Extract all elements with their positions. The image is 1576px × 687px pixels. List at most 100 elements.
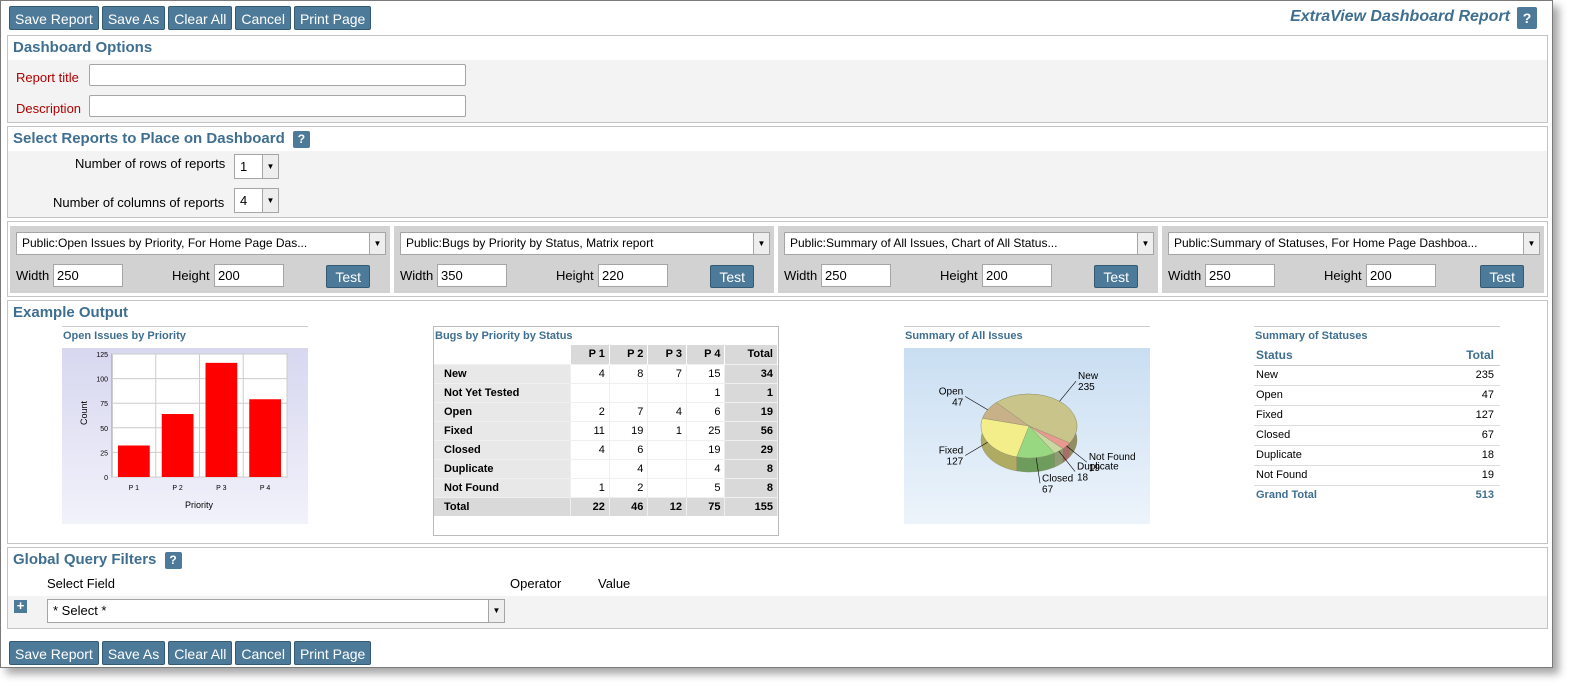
pie-label: Duplicate bbox=[1077, 461, 1119, 472]
table-cell: 8 bbox=[724, 477, 778, 497]
chart-title: Open Issues by Priority bbox=[63, 330, 186, 342]
status-name: Fixed bbox=[1254, 405, 1413, 426]
pie-label: Closed bbox=[1042, 473, 1073, 484]
grand-total-label: Grand Total bbox=[1256, 489, 1317, 502]
table-cell bbox=[647, 382, 687, 402]
row-label: Not Yet Tested bbox=[434, 382, 572, 402]
bar bbox=[118, 445, 150, 477]
bar bbox=[205, 362, 238, 477]
row-label: Not Found bbox=[434, 477, 572, 497]
help-button[interactable]: ? bbox=[1517, 7, 1537, 29]
bar-chart-svg: 0 25 50 75 100 125 P 1 P 2 P 3 P 4 Count Priority bbox=[62, 348, 308, 524]
height-label: Height bbox=[556, 268, 594, 283]
table-cell: 1 bbox=[570, 477, 610, 497]
dashboard-options-band: Report title Description bbox=[8, 60, 1547, 122]
select-reports-help-icon[interactable]: ? bbox=[292, 131, 310, 148]
table-cell bbox=[647, 477, 687, 497]
report-select-3[interactable]: Public:Summary of All Issues, Chart of A… bbox=[784, 232, 1154, 255]
table-cell: 19 bbox=[686, 439, 726, 459]
description-input[interactable] bbox=[89, 95, 466, 117]
height-input-3[interactable]: 200 bbox=[982, 264, 1052, 287]
test-button-1[interactable]: Test bbox=[326, 265, 370, 288]
report-title-input[interactable] bbox=[89, 64, 466, 86]
table-cell: 8 bbox=[724, 458, 778, 478]
chevron-down-icon: ▼ bbox=[262, 189, 278, 212]
test-button-4[interactable]: Test bbox=[1480, 265, 1524, 288]
matrix-title: Bugs by Priority by Status bbox=[435, 330, 573, 342]
height-input-1[interactable]: 200 bbox=[214, 264, 284, 287]
test-button-2[interactable]: Test bbox=[710, 265, 754, 288]
cancel-button[interactable]: Cancel bbox=[235, 6, 291, 30]
y-axis-label: Count bbox=[79, 401, 89, 426]
report-select-1[interactable]: Public:Open Issues by Priority, For Home… bbox=[16, 232, 386, 255]
cancel-button[interactable]: Cancel bbox=[235, 641, 291, 665]
table-cell: 2 bbox=[609, 477, 649, 497]
x-axis-label: Priority bbox=[185, 500, 214, 510]
filter-field-select[interactable]: * Select * ▼ bbox=[47, 599, 505, 623]
report-select-2[interactable]: Public:Bugs by Priority by Status, Matri… bbox=[400, 232, 770, 255]
chevron-down-icon: ▼ bbox=[262, 155, 278, 178]
table-cell: 22 bbox=[570, 496, 610, 516]
global-filters-section: Global Query Filters ? Select Field Oper… bbox=[7, 547, 1548, 629]
global-filters-title: Global Query Filters ? bbox=[8, 548, 1547, 572]
row-label: Duplicate bbox=[434, 458, 572, 478]
chevron-down-icon: ▼ bbox=[1137, 233, 1153, 254]
save-as-button[interactable]: Save As bbox=[101, 6, 166, 30]
report-panel-4: Public:Summary of Statuses, For Home Pag… bbox=[1162, 226, 1544, 293]
table-cell: 29 bbox=[724, 439, 778, 459]
matrix-col-header: P 1 bbox=[570, 345, 610, 364]
width-input-2[interactable]: 350 bbox=[437, 264, 507, 287]
report-select-4[interactable]: Public:Summary of Statuses, For Home Pag… bbox=[1168, 232, 1540, 255]
status-total: 47 bbox=[1412, 385, 1500, 406]
grand-total-value: 513 bbox=[1475, 489, 1494, 502]
width-input-4[interactable]: 250 bbox=[1205, 264, 1275, 287]
save-report-button[interactable]: Save Report bbox=[9, 641, 99, 665]
test-button-3[interactable]: Test bbox=[1094, 265, 1138, 288]
matrix-col-header: P 2 bbox=[609, 345, 649, 364]
table-row: Duplicate 4 4 8 bbox=[434, 458, 778, 478]
print-page-button[interactable]: Print Page bbox=[293, 641, 372, 665]
pie-value: 127 bbox=[947, 456, 964, 467]
print-page-button[interactable]: Print Page bbox=[293, 6, 372, 30]
x-tick-label: P 4 bbox=[260, 485, 270, 492]
table-cell: 6 bbox=[686, 401, 726, 421]
chevron-down-icon: ▼ bbox=[369, 233, 385, 254]
height-label: Height bbox=[940, 268, 978, 283]
table-cell bbox=[609, 382, 649, 402]
operator-label: Operator bbox=[510, 576, 562, 591]
rows-select[interactable]: 1 ▼ bbox=[234, 154, 279, 179]
matrix-table: P 1 P 2 P 3 P 4 Total New 4 8 7 15 34 Not Yet … bbox=[434, 345, 778, 516]
matrix-col-blank bbox=[434, 345, 572, 364]
select-reports-title: Select Reports to Place on Dashboard ? bbox=[8, 127, 1547, 151]
global-filters-help-icon[interactable]: ? bbox=[164, 552, 182, 569]
plus-icon[interactable]: + bbox=[14, 599, 27, 613]
width-input-3[interactable]: 250 bbox=[821, 264, 891, 287]
summary-table: Status Total New 235 Open 47 Fixed 127 Closed 6… bbox=[1254, 345, 1500, 505]
cols-select[interactable]: 4 ▼ bbox=[234, 188, 279, 213]
width-label: Width bbox=[1168, 268, 1202, 283]
table-cell: 1 bbox=[724, 382, 778, 402]
table-cell bbox=[647, 458, 687, 478]
report-select-2-value: Public:Bugs by Priority by Status, Matri… bbox=[406, 236, 654, 250]
save-report-button[interactable]: Save Report bbox=[9, 6, 99, 30]
status-name: Not Found bbox=[1254, 465, 1413, 486]
height-input-4[interactable]: 200 bbox=[1366, 264, 1436, 287]
clear-all-button[interactable]: Clear All bbox=[168, 6, 233, 30]
width-label: Width bbox=[400, 268, 434, 283]
clear-all-button[interactable]: Clear All bbox=[168, 641, 233, 665]
report-panel-3: Public:Summary of All Issues, Chart of A… bbox=[778, 226, 1158, 293]
table-cell: 7 bbox=[647, 363, 687, 383]
y-tick-label: 125 bbox=[96, 352, 108, 359]
table-cell: 4 bbox=[647, 401, 687, 421]
height-input-2[interactable]: 220 bbox=[598, 264, 668, 287]
table-cell: 7 bbox=[609, 401, 649, 421]
table-cell: 19 bbox=[609, 420, 649, 440]
row-label: Open bbox=[434, 401, 572, 421]
example-output-title: Example Output bbox=[13, 304, 129, 321]
save-as-button[interactable]: Save As bbox=[101, 641, 166, 665]
table-cell: 56 bbox=[724, 420, 778, 440]
width-input-1[interactable]: 250 bbox=[53, 264, 123, 287]
report-panels-section: Public:Open Issues by Priority, For Home… bbox=[7, 221, 1548, 297]
status-name: Duplicate bbox=[1254, 445, 1413, 466]
pie-chart-svg: New235Not Found19Duplicate18Closed67Fixe… bbox=[904, 348, 1150, 524]
